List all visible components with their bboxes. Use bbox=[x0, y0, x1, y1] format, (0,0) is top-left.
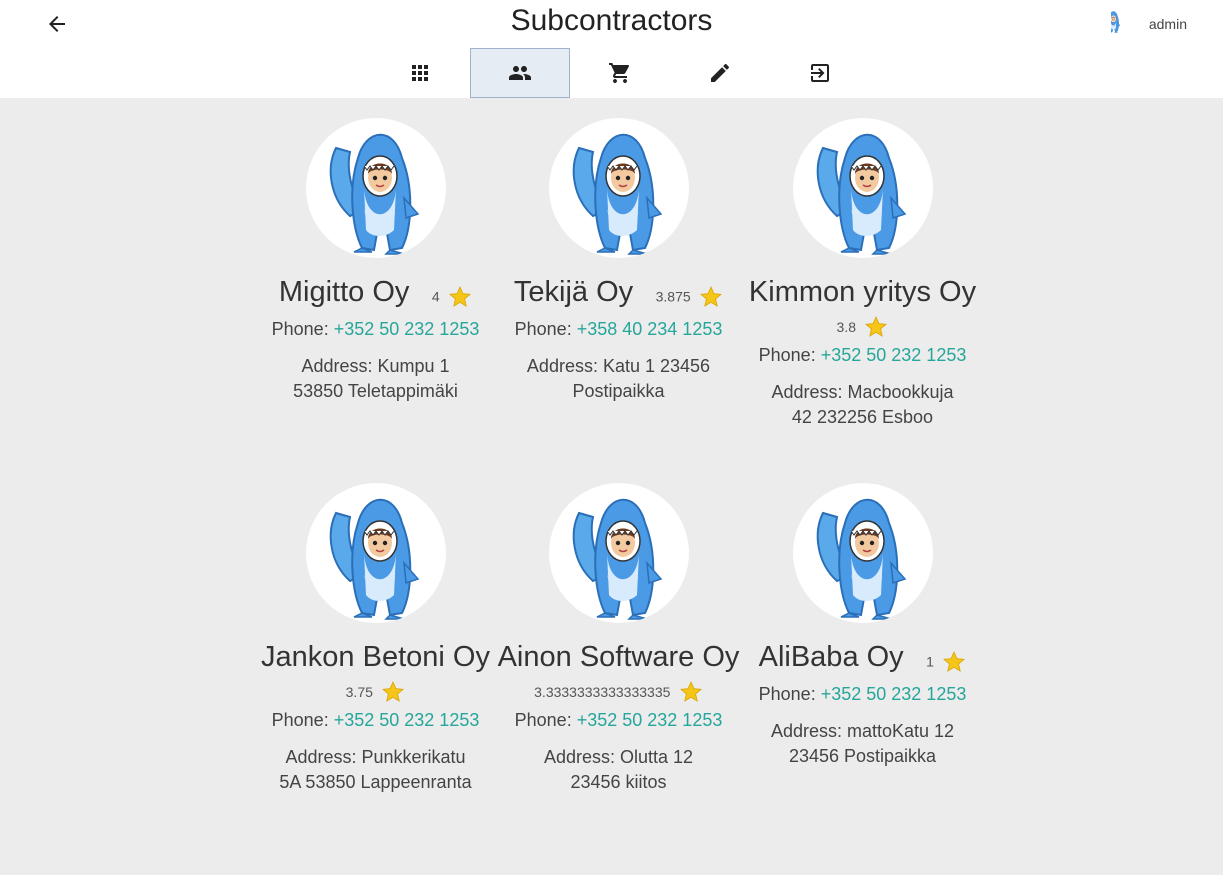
nav-tabs bbox=[370, 48, 870, 98]
avatar bbox=[548, 118, 689, 258]
address: Address: Olutta 12 23456 kiitos bbox=[497, 745, 740, 795]
phone-link[interactable]: +358 40 234 1253 bbox=[577, 319, 723, 339]
tab-subcontractors[interactable] bbox=[470, 48, 570, 98]
star-icon bbox=[679, 680, 703, 704]
rating: 3.3333333333333335 bbox=[497, 680, 740, 704]
address: Address: mattoKatu 12 23456 Postipaikka bbox=[741, 719, 984, 769]
address: Address: Punkkerikatu 5A 53850 Lappeenra… bbox=[254, 745, 497, 795]
tab-dashboard[interactable] bbox=[370, 48, 470, 98]
shark-avatar-icon bbox=[306, 483, 446, 623]
phone-label: Phone: bbox=[514, 319, 577, 340]
address-label: Address: bbox=[543, 747, 620, 767]
phone-label: Phone: bbox=[514, 710, 577, 730]
address: Address: Macbookkuja 42 232256 Esboo bbox=[741, 380, 984, 430]
shark-avatar-icon bbox=[549, 483, 689, 623]
address-label: Address: bbox=[526, 356, 603, 377]
phone-line: Phone: +358 40 234 1253 bbox=[497, 319, 740, 340]
user-name: admin bbox=[1148, 16, 1187, 32]
shark-avatar-icon bbox=[793, 483, 933, 623]
star-icon bbox=[864, 315, 888, 339]
avatar bbox=[792, 483, 933, 623]
user-avatar bbox=[1111, 4, 1139, 44]
grid-icon bbox=[412, 65, 428, 81]
tab-edit[interactable] bbox=[670, 48, 770, 98]
subcontractor-card[interactable]: Tekijä Oy 3.875 Phone: +358 40 234 1253 … bbox=[497, 118, 740, 404]
address-label: Address: bbox=[301, 356, 378, 377]
cart-icon bbox=[609, 63, 630, 83]
rating-value: 3.3333333333333335 bbox=[534, 684, 671, 700]
subcontractor-card[interactable]: Jankon Betoni Oy 3.75 Phone: +352 50 232… bbox=[254, 483, 497, 795]
address-label: Address: bbox=[770, 721, 847, 742]
tab-orders[interactable] bbox=[570, 48, 670, 98]
phone-label: Phone: bbox=[271, 710, 334, 730]
rating: 1 bbox=[926, 645, 966, 678]
shark-avatar-icon bbox=[793, 118, 933, 258]
subcontractor-card[interactable]: Ainon Software Oy 3.3333333333333335 Pho… bbox=[497, 483, 740, 795]
rating: 4 bbox=[432, 280, 472, 313]
avatar bbox=[305, 483, 446, 623]
phone-label: Phone: bbox=[758, 345, 821, 365]
phone-link[interactable]: +352 50 232 1253 bbox=[334, 319, 480, 339]
phone-link[interactable]: +352 50 232 1253 bbox=[821, 345, 967, 365]
tab-logout[interactable] bbox=[770, 48, 870, 98]
shark-avatar-icon bbox=[306, 118, 446, 258]
app-header: Subcontractors admin bbox=[0, 0, 1223, 98]
rating: 3.875 bbox=[656, 280, 724, 313]
subcontractor-card[interactable]: Kimmon yritys Oy 3.8 Phone: +352 50 232 … bbox=[741, 118, 984, 430]
phone-line: Phone: +352 50 232 1253 bbox=[741, 345, 984, 366]
avatar bbox=[305, 118, 446, 258]
page-title: Subcontractors bbox=[510, 4, 713, 37]
star-icon bbox=[448, 285, 472, 309]
rating-value: 3.8 bbox=[836, 319, 856, 335]
rating-value: 1 bbox=[926, 653, 934, 670]
subcontractor-name: Migitto Oy bbox=[278, 276, 410, 308]
phone-link[interactable]: +352 50 232 1253 bbox=[334, 710, 480, 730]
rating: 3.75 bbox=[254, 680, 497, 704]
phone-line: Phone: +352 50 232 1253 bbox=[497, 710, 740, 731]
phone-label: Phone: bbox=[758, 684, 821, 705]
phone-link[interactable]: +352 50 232 1253 bbox=[577, 710, 723, 730]
pencil-icon bbox=[711, 63, 730, 82]
rating-value: 3.75 bbox=[345, 684, 373, 700]
subcontractor-name: Jankon Betoni Oy bbox=[261, 641, 490, 673]
rating: 3.8 bbox=[741, 315, 984, 339]
phone-line: Phone: +352 50 232 1253 bbox=[741, 684, 984, 705]
avatar bbox=[548, 483, 689, 623]
subcontractor-card[interactable]: Migitto Oy 4 Phone: +352 50 232 1253 Add… bbox=[254, 118, 497, 404]
address-label: Address: bbox=[285, 747, 362, 767]
user-menu[interactable]: admin bbox=[1111, 4, 1187, 44]
phone-label: Phone: bbox=[271, 319, 334, 340]
subcontractor-name: Kimmon yritys Oy bbox=[748, 276, 977, 308]
shark-avatar-icon bbox=[549, 118, 689, 258]
star-icon bbox=[942, 650, 966, 674]
phone-line: Phone: +352 50 232 1253 bbox=[254, 319, 497, 340]
phone-link[interactable]: +352 50 232 1253 bbox=[821, 684, 967, 704]
star-icon bbox=[699, 285, 723, 309]
rating-value: 4 bbox=[431, 288, 440, 305]
address-label: Address: bbox=[771, 382, 848, 402]
phone-line: Phone: +352 50 232 1253 bbox=[254, 710, 497, 731]
address: Address: Katu 1 23456 Postipaikka bbox=[497, 354, 740, 404]
star-icon bbox=[381, 680, 405, 704]
subcontractor-name: Ainon Software Oy bbox=[497, 641, 740, 673]
address: Address: Kumpu 1 53850 Teletappimäki bbox=[254, 354, 497, 404]
logout-icon bbox=[811, 64, 829, 82]
subcontractor-name: Tekijä Oy bbox=[513, 276, 634, 308]
people-icon bbox=[509, 66, 531, 80]
subcontractor-name: AliBaba Oy bbox=[758, 641, 904, 673]
rating-value: 3.875 bbox=[655, 288, 691, 305]
subcontractor-card[interactable]: AliBaba Oy 1 Phone: +352 50 232 1253 Add… bbox=[741, 483, 984, 769]
avatar bbox=[792, 118, 933, 258]
